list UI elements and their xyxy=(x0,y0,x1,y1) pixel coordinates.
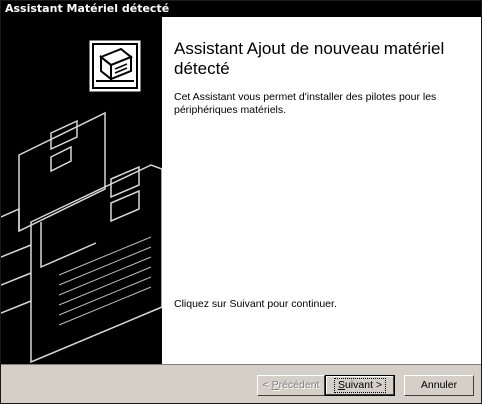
continue-instruction: Cliquez sur Suivant pour continuer. xyxy=(174,298,337,310)
next-button-label: uivant > xyxy=(344,379,383,391)
wizard-description: Cet Assistant vous permet d'installer de… xyxy=(174,91,437,116)
hardware-card-illustration xyxy=(1,17,162,364)
next-button-mnemonic: S xyxy=(337,379,345,391)
back-button[interactable]: < Précédent xyxy=(257,375,325,396)
page-title: Assistant Ajout de nouveau matériel déte… xyxy=(174,39,445,78)
button-bar: < Précédent Suivant > Annuler xyxy=(1,364,481,403)
next-button-focus: Suivant > xyxy=(333,378,387,393)
back-button-prefix: < xyxy=(262,379,272,391)
hardware-card-icon xyxy=(89,40,141,92)
cancel-button[interactable]: Annuler xyxy=(404,375,474,396)
window-title: Assistant Matériel détecté xyxy=(5,2,170,15)
wizard-content: Assistant Ajout de nouveau matériel déte… xyxy=(162,17,481,364)
next-button[interactable]: Suivant > xyxy=(325,375,395,396)
wizard-side-banner xyxy=(1,17,162,364)
title-bar[interactable]: Assistant Matériel détecté xyxy=(1,1,481,17)
back-button-label: récédent xyxy=(278,379,320,391)
cancel-button-label: Annuler xyxy=(420,379,458,391)
wizard-window: Assistant Matériel détecté Assistant Ajo… xyxy=(0,0,482,404)
back-button-mnemonic: P xyxy=(271,379,279,391)
